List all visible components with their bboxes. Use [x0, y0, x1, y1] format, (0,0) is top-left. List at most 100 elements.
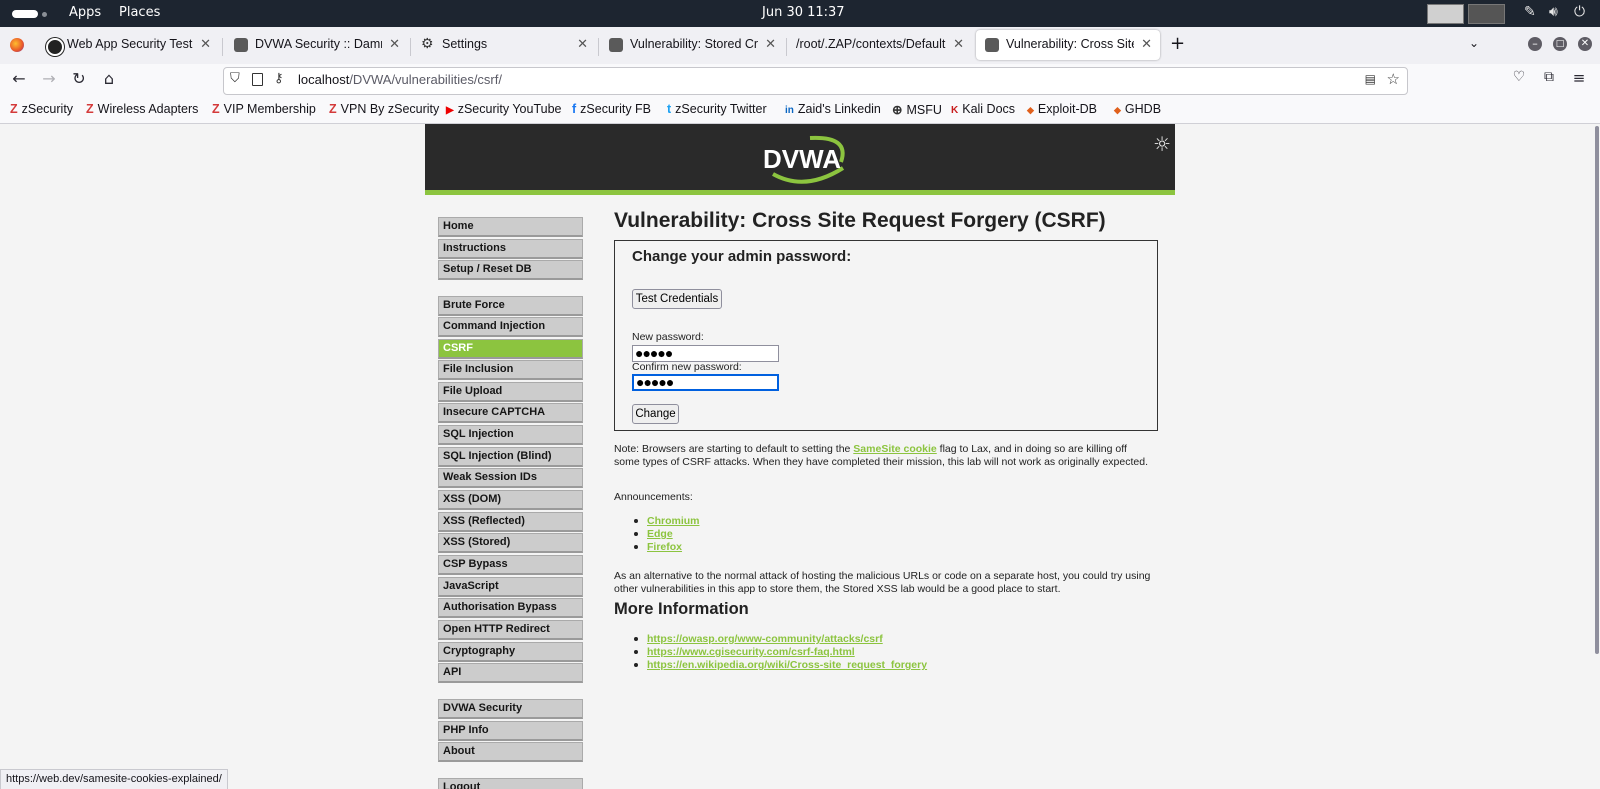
power-icon[interactable]: ⏻: [1574, 4, 1585, 20]
dvwa-header: DVWA ☼: [425, 124, 1175, 195]
menu-open-http-redirect[interactable]: Open HTTP Redirect: [438, 620, 583, 640]
bookmark-vip-membership[interactable]: Z VIP Membership: [212, 102, 316, 116]
places-menu[interactable]: Places: [119, 5, 160, 20]
menu-xss-dom[interactable]: XSS (DOM): [438, 490, 583, 510]
change-button[interactable]: Change: [632, 404, 679, 424]
tab-divider: [222, 38, 223, 56]
menu-home[interactable]: Home: [438, 217, 583, 237]
menu-php-info[interactable]: PHP Info: [438, 721, 583, 741]
bookmark-wireless-adapters[interactable]: Z Wireless Adapters: [86, 102, 198, 116]
home-icon[interactable]: ⌂: [98, 69, 120, 88]
samesite-cookie-link[interactable]: SameSite cookie: [853, 443, 936, 455]
tab-csrf-active[interactable]: Vulnerability: Cross Site R ✕: [976, 30, 1160, 60]
theme-toggle-icon[interactable]: ☼: [1153, 132, 1171, 156]
menu-weak-session-ids[interactable]: Weak Session IDs: [438, 468, 583, 488]
list-item: Chromium: [634, 515, 700, 527]
bookmark-zsecurity[interactable]: ZzSecurity: [10, 102, 73, 116]
bookmark-label: zSecurity Twitter: [675, 102, 767, 116]
close-tab-icon[interactable]: ✕: [389, 36, 400, 52]
maximize-icon[interactable]: □: [1553, 37, 1567, 51]
new-tab-icon[interactable]: +: [1170, 33, 1185, 54]
close-tab-icon[interactable]: ✕: [953, 36, 964, 52]
firefox-link[interactable]: Firefox: [647, 541, 682, 553]
pocket-icon[interactable]: ♡: [1508, 69, 1530, 85]
menu-api[interactable]: API: [438, 663, 583, 683]
menu-logout[interactable]: Logout: [438, 778, 583, 789]
bookmark-msfu[interactable]: ⊕ MSFU: [892, 102, 942, 117]
cgisecurity-link[interactable]: https://www.cgisecurity.com/csrf-faq.htm…: [647, 646, 855, 658]
menu-brute-force[interactable]: Brute Force: [438, 296, 583, 316]
close-window-icon[interactable]: ✕: [1578, 37, 1592, 51]
reload-icon[interactable]: ↻: [68, 69, 90, 88]
bookmark-youtube[interactable]: ▶ zSecurity YouTube: [446, 102, 561, 116]
tab-web-app-security[interactable]: Web App Security Testing ✕: [37, 30, 219, 60]
menu-dvwa-security[interactable]: DVWA Security: [438, 699, 583, 719]
extensions-icon[interactable]: ⧉: [1538, 69, 1560, 85]
chevron-down-icon[interactable]: ⌄: [1469, 36, 1479, 50]
owasp-link[interactable]: https://owasp.org/www-community/attacks/…: [647, 633, 883, 645]
menu-authorisation-bypass[interactable]: Authorisation Bypass: [438, 598, 583, 618]
workspace-2[interactable]: [1468, 4, 1505, 24]
bookmark-star-icon[interactable]: ☆: [1387, 70, 1400, 88]
apps-menu[interactable]: Apps: [69, 5, 101, 20]
menu-xss-reflected[interactable]: XSS (Reflected): [438, 512, 583, 532]
close-tab-icon[interactable]: ✕: [577, 36, 588, 52]
volume-icon[interactable]: 🔊︎: [1549, 4, 1558, 20]
more-information-heading: More Information: [614, 600, 749, 618]
tab-stored-xss[interactable]: Vulnerability: Stored Cross ✕: [600, 30, 784, 60]
forward-arrow-icon[interactable]: →: [38, 69, 60, 88]
activities-indicator[interactable]: [12, 10, 38, 18]
page-scrollbar[interactable]: [1595, 126, 1599, 654]
workspace-1[interactable]: [1427, 4, 1464, 24]
menu-command-injection[interactable]: Command Injection: [438, 317, 583, 337]
firefox-icon[interactable]: [10, 38, 24, 52]
test-credentials-button[interactable]: Test Credentials: [632, 289, 722, 309]
bookmark-facebook[interactable]: f zSecurity FB: [572, 102, 651, 116]
menu-setup[interactable]: Setup / Reset DB: [438, 260, 583, 280]
tab-zap-context[interactable]: /root/.ZAP/contexts/Default ✕: [788, 30, 972, 60]
menu-javascript[interactable]: JavaScript: [438, 577, 583, 597]
clock[interactable]: Jun 30 11:37: [762, 5, 845, 20]
close-tab-icon[interactable]: ✕: [200, 36, 211, 52]
bookmark-label: VIP Membership: [223, 102, 316, 116]
pen-tool-icon[interactable]: ✎: [1524, 4, 1536, 20]
menu-sql-injection[interactable]: SQL Injection: [438, 425, 583, 445]
dvwa-logo: DVWA: [763, 135, 845, 184]
minimize-icon[interactable]: –: [1528, 37, 1542, 51]
menu-file-inclusion[interactable]: File Inclusion: [438, 360, 583, 380]
bookmark-ghdb[interactable]: ◆ GHDB: [1114, 102, 1161, 116]
chromium-link[interactable]: Chromium: [647, 515, 700, 527]
close-tab-icon[interactable]: ✕: [765, 36, 776, 52]
url-bar[interactable]: ⛉ ⚷ localhost/DVWA/vulnerabilities/csrf/…: [223, 67, 1408, 95]
samesite-note: Note: Browsers are starting to default t…: [614, 443, 1154, 468]
menu-instructions[interactable]: Instructions: [438, 239, 583, 259]
menu-csp-bypass[interactable]: CSP Bypass: [438, 555, 583, 575]
tab-dvwa-security[interactable]: DVWA Security :: Damn Vulnerable ✕: [225, 30, 408, 60]
bookmark-exploit-db[interactable]: ◆ Exploit-DB: [1027, 102, 1097, 116]
back-arrow-icon[interactable]: ←: [8, 69, 30, 88]
edge-link[interactable]: Edge: [647, 528, 673, 540]
wikipedia-link[interactable]: https://en.wikipedia.org/wiki/Cross-site…: [647, 659, 927, 671]
reader-view-icon[interactable]: ▤: [1365, 72, 1376, 86]
menu-csrf[interactable]: CSRF: [438, 339, 583, 359]
menu-file-upload[interactable]: File Upload: [438, 382, 583, 402]
zsecurity-icon: Z: [86, 102, 94, 116]
close-tab-icon[interactable]: ✕: [1141, 36, 1152, 52]
key-icon[interactable]: ⚷: [274, 71, 284, 86]
menu-cryptography[interactable]: Cryptography: [438, 642, 583, 662]
bookmark-label: Exploit-DB: [1037, 102, 1097, 116]
tab-settings[interactable]: ⚙ Settings ✕: [412, 30, 596, 60]
shield-icon[interactable]: ⛉: [230, 71, 240, 86]
menu-insecure-captcha[interactable]: Insecure CAPTCHA: [438, 403, 583, 423]
bookmark-kali-docs[interactable]: K Kali Docs: [951, 102, 1015, 116]
confirm-password-field[interactable]: ●●●●●: [632, 374, 779, 391]
menu-sql-injection-blind[interactable]: SQL Injection (Blind): [438, 447, 583, 467]
page-info-icon[interactable]: [252, 73, 263, 86]
menu-icon[interactable]: ≡: [1568, 69, 1590, 87]
bookmark-linkedin[interactable]: in Zaid's Linkedin: [785, 102, 881, 116]
menu-about[interactable]: About: [438, 742, 583, 762]
bookmark-vpn[interactable]: Z VPN By zSecurity: [329, 102, 439, 116]
menu-xss-stored[interactable]: XSS (Stored): [438, 533, 583, 553]
bookmark-twitter[interactable]: t zSecurity Twitter: [667, 102, 767, 116]
new-password-field[interactable]: ●●●●●: [632, 345, 779, 362]
